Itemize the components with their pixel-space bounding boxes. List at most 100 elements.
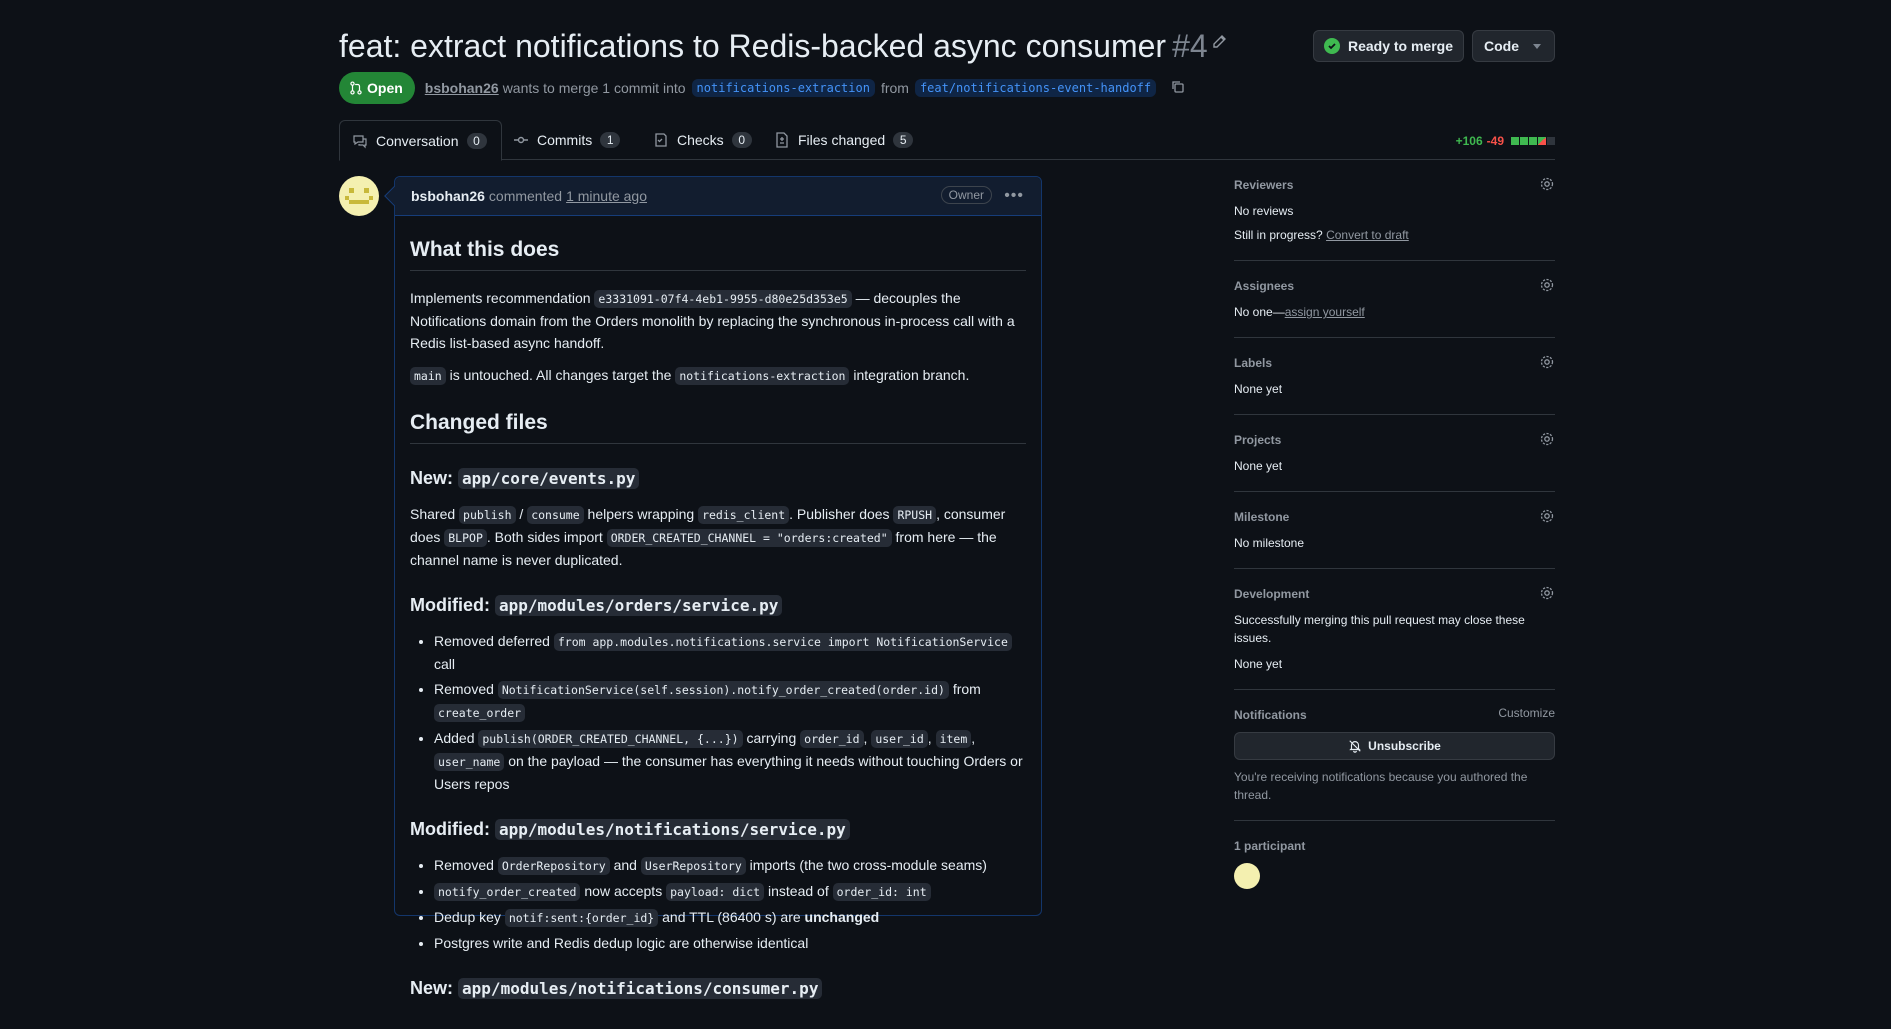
- text: instead of: [768, 883, 829, 899]
- sidebar-title: Labels: [1234, 356, 1273, 370]
- merge-summary: bsbohan26 wants to merge 1 commit into n…: [425, 79, 1186, 98]
- list-item: notify_order_created now accepts payload…: [434, 880, 1026, 903]
- sidebar-projects: Projects None yet: [1234, 431, 1555, 492]
- sidebar-reviewers: Reviewers No reviews Still in progress? …: [1234, 176, 1555, 261]
- additions-count: +106: [1455, 134, 1483, 148]
- sidebar-milestone: Milestone No milestone: [1234, 508, 1555, 569]
- text: Postgres write and Redis dedup logic are…: [434, 935, 809, 951]
- pr-header: feat: extract notifications to Redis-bac…: [339, 24, 1555, 68]
- inline-code: notifications-extraction: [675, 367, 850, 385]
- diffstat-block: [1547, 137, 1555, 145]
- comment-timestamp[interactable]: 1 minute ago: [566, 188, 647, 204]
- diffstat-block: [1538, 137, 1546, 145]
- inline-code: notif:sent:{order_id}: [504, 909, 659, 927]
- gear-icon[interactable]: [1539, 354, 1555, 373]
- ready-to-merge-button[interactable]: Ready to merge: [1313, 30, 1464, 62]
- bell-slash-icon: [1349, 740, 1361, 753]
- list-item: Removed OrderRepository and UserReposito…: [434, 854, 1026, 877]
- assign-yourself-link[interactable]: assign yourself: [1285, 305, 1365, 319]
- sidebar-development: Development Successfully merging this pu…: [1234, 585, 1555, 690]
- gear-icon[interactable]: [1539, 508, 1555, 527]
- convert-to-draft-link[interactable]: Convert to draft: [1326, 228, 1409, 242]
- inline-code: consume: [527, 506, 584, 524]
- pr-title: feat: extract notifications to Redis-bac…: [339, 24, 1208, 68]
- text: Dedup key: [434, 909, 501, 925]
- customize-link[interactable]: Customize: [1498, 706, 1555, 720]
- inline-code: redis_client: [698, 506, 790, 524]
- text: . Both sides import: [486, 529, 603, 545]
- text: New:: [410, 468, 454, 488]
- text: Added: [434, 730, 475, 746]
- tab-commits-count: 1: [600, 132, 621, 148]
- diffstat: +106 -49: [1456, 134, 1555, 148]
- copy-icon[interactable]: [1170, 79, 1186, 98]
- bold-text: unchanged: [804, 909, 880, 925]
- tab-checks-label: Checks: [677, 132, 724, 148]
- text: and TTL (86400 s) are: [662, 909, 801, 925]
- tab-commits-label: Commits: [537, 132, 593, 148]
- checklist-icon: [655, 133, 667, 147]
- inline-code: publish(ORDER_CREATED_CHANNEL, {...}): [478, 730, 743, 748]
- list-item: Removed deferred from app.modules.notifi…: [434, 630, 1026, 675]
- participant-avatar[interactable]: [1234, 863, 1260, 889]
- text: imports (the two cross-module seams): [749, 857, 987, 873]
- draft-prompt: Still in progress? Convert to draft: [1234, 226, 1555, 244]
- text: No one—: [1234, 305, 1285, 319]
- pr-description-comment: bsbohan26 commented 1 minute ago Owner •…: [384, 176, 1042, 999]
- gear-icon[interactable]: [1539, 585, 1555, 604]
- kebab-menu-icon[interactable]: •••: [1004, 187, 1024, 205]
- tab-conversation[interactable]: Conversation 0: [339, 120, 502, 161]
- tab-files-changed-count: 5: [893, 132, 914, 148]
- author-link[interactable]: bsbohan26: [425, 80, 499, 96]
- notification-reason: You're receiving notifications because y…: [1234, 770, 1528, 802]
- text: carrying: [746, 730, 797, 746]
- pencil-icon[interactable]: [1211, 34, 1231, 54]
- text: and: [613, 857, 637, 873]
- comment-header: bsbohan26 commented 1 minute ago Owner •…: [395, 177, 1041, 216]
- inline-code: BLPOP: [444, 529, 487, 547]
- text: /: [519, 506, 524, 522]
- file-diff-icon: [776, 132, 788, 148]
- sidebar-title: Milestone: [1234, 510, 1290, 524]
- tab-conversation-label: Conversation: [376, 132, 459, 149]
- gear-icon[interactable]: [1539, 431, 1555, 450]
- ready-to-merge-label: Ready to merge: [1347, 38, 1454, 54]
- file-path: app/modules/orders/service.py: [495, 595, 783, 616]
- paragraph-events: Shared publish / consume helpers wrappin…: [410, 503, 1026, 571]
- sidebar-title: Projects: [1234, 433, 1282, 447]
- inline-code: NotificationService(self.session).notify…: [497, 681, 949, 699]
- sidebar-notifications: Notifications Customize Unsubscribe You'…: [1234, 706, 1555, 821]
- code-button[interactable]: Code: [1472, 30, 1555, 62]
- base-branch[interactable]: notifications-extraction: [691, 79, 875, 97]
- tab-commits[interactable]: Commits 1: [501, 120, 634, 160]
- heading-notifications-service: Modified: app/modules/notifications/serv…: [410, 817, 1026, 842]
- unsubscribe-button[interactable]: Unsubscribe: [1234, 732, 1555, 760]
- text: New:: [410, 978, 454, 998]
- text: Shared: [410, 506, 456, 522]
- heading-changed-files: Changed files: [410, 409, 1026, 444]
- labels-value: None yet: [1234, 382, 1283, 396]
- text: integration branch.: [853, 367, 970, 383]
- tab-files-changed[interactable]: Files changed 5: [762, 120, 927, 160]
- inline-code: payload: dict: [666, 883, 765, 901]
- list-item: Postgres write and Redis dedup logic are…: [434, 932, 1026, 954]
- tab-checks[interactable]: Checks 0: [641, 120, 766, 160]
- state-badge: Open: [339, 72, 415, 104]
- text: Still in progress?: [1234, 228, 1323, 242]
- assignees-value: No one—assign yourself: [1234, 303, 1555, 321]
- avatar[interactable]: [339, 176, 379, 216]
- deletions-count: -49: [1486, 134, 1504, 148]
- comment-author[interactable]: bsbohan26: [411, 188, 485, 204]
- inline-code: e3331091-07f4-4eb1-9955-d80e25d353e5: [594, 290, 852, 308]
- head-branch[interactable]: feat/notifications-event-handoff: [914, 79, 1157, 97]
- sidebar-assignees: Assignees No one—assign yourself: [1234, 277, 1555, 338]
- text: on the payload — the consumer has everyt…: [434, 753, 1023, 792]
- inline-code: publish: [459, 506, 516, 524]
- gear-icon[interactable]: [1539, 176, 1555, 195]
- text: . Publisher does: [789, 506, 890, 522]
- orders-changes-list: Removed deferred from app.modules.notifi…: [434, 630, 1026, 795]
- inline-code: OrderRepository: [497, 857, 610, 875]
- gear-icon[interactable]: [1539, 277, 1555, 296]
- sidebar-title: 1 participant: [1234, 839, 1306, 853]
- tab-files-changed-label: Files changed: [798, 132, 886, 148]
